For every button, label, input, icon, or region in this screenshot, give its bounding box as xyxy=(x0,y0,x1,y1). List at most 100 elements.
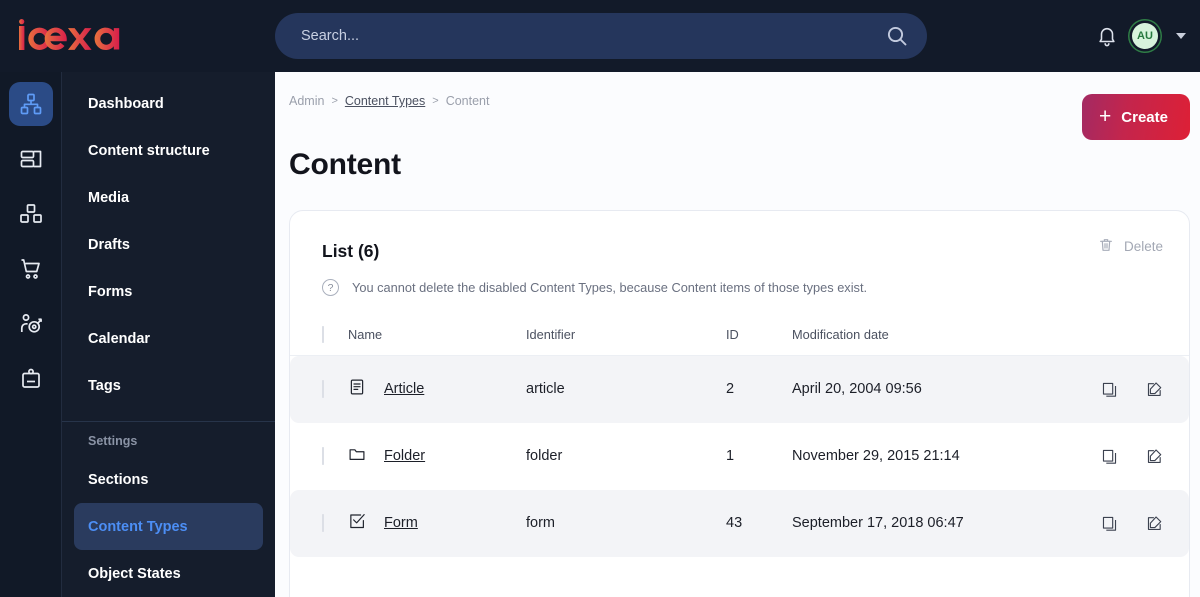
sidebar-item-dashboard[interactable]: Dashboard xyxy=(74,80,263,127)
row-select-cell xyxy=(290,423,348,490)
sidebar-item-label: Dashboard xyxy=(88,95,164,112)
row-id: 1 xyxy=(726,448,735,464)
ibexa-logo[interactable] xyxy=(0,19,275,53)
list-hint: ? You cannot delete the disabled Content… xyxy=(322,279,1157,296)
row-actions-cell xyxy=(1042,423,1189,490)
row-modification-date: September 17, 2018 06:47 xyxy=(792,489,1042,557)
content-types-list-card: List (6) ? You cannot delete the disable… xyxy=(289,210,1190,597)
trash-icon xyxy=(1098,237,1114,256)
card-header: List (6) ? You cannot delete the disable… xyxy=(290,211,1189,296)
row-id: 43 xyxy=(726,489,792,557)
sidebar-item-tags[interactable]: Tags xyxy=(74,362,263,409)
sidebar-section-settings-label: Settings xyxy=(88,434,138,448)
copy-icon[interactable] xyxy=(1101,381,1118,398)
sidebar-item-media[interactable]: Media xyxy=(74,174,263,221)
row-name-link[interactable]: Form xyxy=(384,515,418,531)
breadcrumb-item-content-types[interactable]: Content Types xyxy=(345,94,425,108)
row-name-cell: Article xyxy=(348,355,526,423)
row-select-cell xyxy=(290,355,348,423)
row-modification-date: November 29, 2015 21:14 xyxy=(792,448,960,464)
sidebar-item-label: Tags xyxy=(88,377,121,394)
create-button-label: Create xyxy=(1121,108,1168,126)
row-actions-cell xyxy=(1042,489,1189,557)
table-row[interactable]: Article article 2 April 20, 2004 09:56 xyxy=(290,355,1189,423)
icon-rail xyxy=(0,72,62,597)
row-modification-date: April 20, 2004 09:56 xyxy=(792,355,1042,423)
rail-item-content[interactable] xyxy=(8,82,53,126)
select-all-checkbox[interactable] xyxy=(322,326,324,343)
copy-icon[interactable] xyxy=(1101,448,1118,465)
row-identifier: folder xyxy=(526,448,563,464)
column-header-name[interactable]: Name xyxy=(348,316,526,356)
row-identifier: article xyxy=(526,355,726,423)
avatar[interactable]: AU xyxy=(1132,23,1158,49)
sidebar-item-label: Content Types xyxy=(88,518,188,535)
sidebar-item-drafts[interactable]: Drafts xyxy=(74,221,263,268)
global-search xyxy=(275,13,927,59)
document-icon xyxy=(348,378,366,400)
sidebar-item-sections[interactable]: Sections xyxy=(74,456,263,503)
sidebar-divider xyxy=(62,421,275,422)
rail-item-orders[interactable] xyxy=(9,247,53,291)
row-name-link[interactable]: Folder xyxy=(384,448,425,464)
folder-icon xyxy=(348,445,366,467)
copy-icon[interactable] xyxy=(1101,515,1118,532)
row-name-cell: Form xyxy=(348,489,526,557)
edit-icon[interactable] xyxy=(1146,448,1163,465)
row-checkbox[interactable] xyxy=(322,380,324,399)
row-name-cell: Folder xyxy=(348,423,526,490)
column-header-identifier[interactable]: Identifier xyxy=(526,316,726,356)
content-types-table: Name Identifier ID Modification date Art… xyxy=(290,316,1189,557)
row-name-link[interactable]: Article xyxy=(384,381,424,397)
rail-item-products[interactable] xyxy=(9,192,53,236)
row-select-cell xyxy=(290,489,348,557)
row-checkbox[interactable] xyxy=(322,514,324,532)
question-circle-icon: ? xyxy=(322,279,339,296)
chevron-down-icon[interactable] xyxy=(1176,33,1186,39)
top-bar: AU xyxy=(0,0,1200,72)
sidebar-item-content-types[interactable]: Content Types xyxy=(74,503,263,550)
sidebar-item-label: Media xyxy=(88,189,130,206)
list-title: List (6) xyxy=(322,241,380,261)
sidebar-item-forms[interactable]: Forms xyxy=(74,268,263,315)
admin-app: AU xyxy=(0,0,1200,597)
search-icon[interactable] xyxy=(885,24,909,48)
select-all-header xyxy=(290,316,348,356)
row-actions-cell xyxy=(1042,355,1189,423)
rail-item-customers[interactable] xyxy=(9,302,53,346)
sidebar-item-label: Sections xyxy=(88,471,149,488)
breadcrumb-separator: > xyxy=(432,95,439,107)
sidebar-item-label: Drafts xyxy=(88,236,130,253)
breadcrumb-item-admin: Admin xyxy=(289,94,325,108)
sidebar-item-calendar[interactable]: Calendar xyxy=(74,315,263,362)
sidebar-item-content-structure[interactable]: Content structure xyxy=(74,127,263,174)
rail-item-page-builder[interactable] xyxy=(9,137,53,181)
breadcrumb-separator: > xyxy=(331,95,338,107)
edit-icon[interactable] xyxy=(1146,381,1163,398)
breadcrumb: Admin > Content Types > Content xyxy=(289,94,489,108)
column-header-modification-date[interactable]: Modification date xyxy=(792,316,1042,356)
sidebar-nav: Dashboard Content structure Media Drafts… xyxy=(62,72,275,597)
column-header-id[interactable]: ID xyxy=(726,316,792,356)
bell-icon[interactable] xyxy=(1096,25,1118,47)
create-button[interactable]: + Create xyxy=(1082,94,1190,140)
table-row[interactable]: Folder folder 1 November 29, 2015 21:14 xyxy=(290,423,1189,490)
column-header-actions xyxy=(1042,316,1189,356)
row-identifier: form xyxy=(526,489,726,557)
row-id: 2 xyxy=(726,355,792,423)
rail-item-admin[interactable] xyxy=(9,357,53,401)
edit-icon[interactable] xyxy=(1146,515,1163,532)
plus-icon: + xyxy=(1099,104,1112,128)
list-hint-text: You cannot delete the disabled Content T… xyxy=(352,280,868,295)
search-input[interactable] xyxy=(275,13,927,59)
sidebar-item-label: Content structure xyxy=(88,142,210,159)
page-title: Content xyxy=(289,148,401,181)
sidebar-item-object-states[interactable]: Object States xyxy=(74,550,263,597)
checkbox-form-icon xyxy=(348,512,366,534)
row-checkbox[interactable] xyxy=(322,447,324,465)
sidebar-item-label: Forms xyxy=(88,283,133,300)
table-header-row: Name Identifier ID Modification date xyxy=(290,316,1189,356)
delete-button-label: Delete xyxy=(1123,239,1163,254)
table-row[interactable]: Form form 43 September 17, 2018 06:47 xyxy=(290,489,1189,557)
delete-button[interactable]: Delete xyxy=(1098,237,1163,256)
